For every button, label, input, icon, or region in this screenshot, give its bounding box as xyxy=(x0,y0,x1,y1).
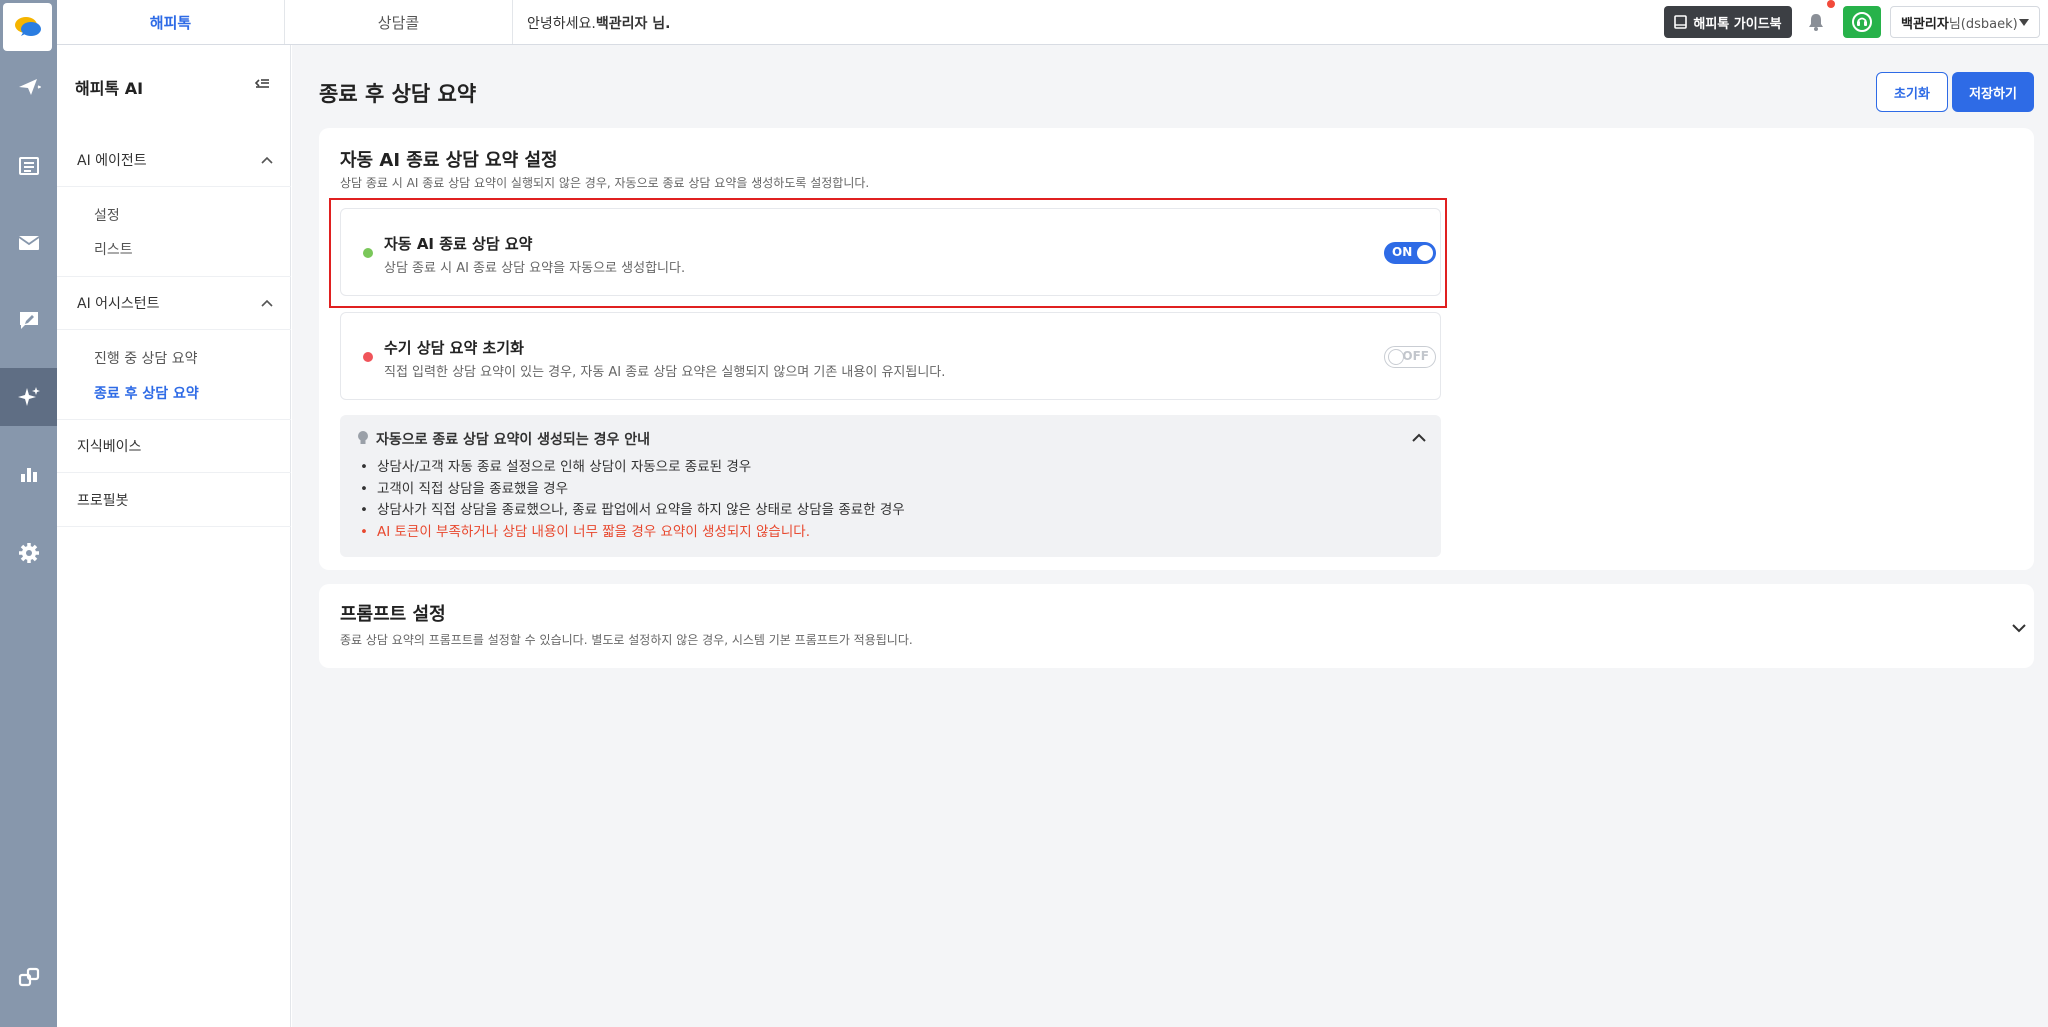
save-button[interactable]: 저장하기 xyxy=(1952,72,2034,112)
list-icon[interactable] xyxy=(0,137,57,195)
info-item: 상담사/고객 자동 종료 설정으로 인해 상담이 자동으로 종료된 경우 xyxy=(360,457,905,479)
greeting-name: 백관리자 님. xyxy=(595,16,671,32)
ai-sparkle-icon[interactable] xyxy=(0,368,57,426)
lightbulb-icon xyxy=(358,431,368,444)
sidebar-group-label: 프로필봇 xyxy=(77,492,129,509)
bell-icon[interactable] xyxy=(1803,0,1835,35)
send-icon[interactable] xyxy=(0,58,57,116)
info-title: 자동으로 종료 상담 요약이 생성되는 경우 안내 xyxy=(376,432,650,448)
section-description: 상담 종료 시 AI 종료 상담 요약이 실행되지 않은 경우, 자동으로 종료… xyxy=(340,176,870,190)
chevron-up-icon xyxy=(261,299,273,307)
sidebar-group-label: AI 어시스턴트 xyxy=(77,296,160,312)
sidebar-item-ongoing-summary[interactable]: 진행 중 상담 요약 xyxy=(94,348,198,368)
chevron-up-icon xyxy=(261,156,273,164)
caret-down-icon xyxy=(2019,18,2029,26)
mail-icon[interactable] xyxy=(0,214,57,272)
info-list: 상담사/고객 자동 종료 설정으로 인해 상담이 자동으로 종료된 경우 고객이… xyxy=(360,457,905,543)
user-name: 백관리자님(dsbaek) xyxy=(1901,16,2018,32)
info-item: 고객이 직접 상담을 종료했을 경우 xyxy=(360,479,905,501)
status-dot-red xyxy=(363,352,373,362)
comment-edit-icon[interactable] xyxy=(0,291,57,349)
notification-badge xyxy=(1827,0,1835,8)
info-box: 자동으로 종료 상담 요약이 생성되는 경우 안내 상담사/고객 자동 종료 설… xyxy=(340,415,1441,557)
sidebar-item-list[interactable]: 리스트 xyxy=(94,239,133,259)
sidebar-group-ai-assistant[interactable]: AI 어시스턴트 xyxy=(57,276,291,330)
section-description: 종료 상담 요약의 프롬프트를 설정할 수 있습니다. 별도로 설정하지 않은 … xyxy=(340,633,913,647)
collapse-sidebar-icon[interactable] xyxy=(253,75,271,93)
greeting-text: 안녕하세요.백관리자 님. xyxy=(527,13,670,33)
info-item: 상담사가 직접 상담을 종료했으나, 종료 팝업에서 요약을 하지 않은 상태로… xyxy=(360,500,905,522)
support-headset-button[interactable] xyxy=(1843,6,1881,38)
sidebar-group-ai-agent[interactable]: AI 에이전트 xyxy=(57,133,291,187)
chevron-up-icon[interactable] xyxy=(1410,429,1428,447)
sidebar-group-label: 지식베이스 xyxy=(77,439,142,455)
manual-reset-toggle[interactable]: OFF xyxy=(1384,346,1436,368)
manual-reset-setting-row: 수기 상담 요약 초기화 직접 입력한 상담 요약이 있는 경우, 자동 AI … xyxy=(340,312,1441,400)
sidebar-group-label: AI 에이전트 xyxy=(77,152,147,169)
guidebook-button[interactable]: 해피톡 가이드북 xyxy=(1664,6,1792,38)
main-content: 종료 후 상담 요약 초기화 저장하기 자동 AI 종료 상담 요약 설정 상담… xyxy=(292,45,2048,1027)
sidebar-group-profile-bot[interactable]: 프로필봇 xyxy=(57,473,291,527)
icon-rail xyxy=(0,0,57,1027)
section-title: 자동 AI 종료 상담 요약 설정 xyxy=(340,150,558,171)
sidebar-item-post-summary[interactable]: 종료 후 상담 요약 xyxy=(94,383,199,403)
page-title: 종료 후 상담 요약 xyxy=(319,82,477,106)
link-icon[interactable] xyxy=(0,948,57,1006)
prompt-settings-card[interactable]: 프롬프트 설정 종료 상담 요약의 프롬프트를 설정할 수 있습니다. 별도로 … xyxy=(319,584,2034,668)
greeting-prefix: 안녕하세요. xyxy=(527,16,596,32)
auto-summary-card: 자동 AI 종료 상담 요약 설정 상담 종료 시 AI 종료 상담 요약이 실… xyxy=(319,128,2034,570)
tab-happytalk[interactable]: 해피톡 xyxy=(57,0,285,44)
chat-logo-icon[interactable] xyxy=(3,3,52,51)
setting-title: 수기 상담 요약 초기화 xyxy=(384,339,524,357)
highlight-box xyxy=(329,198,1447,308)
sidebar-item-settings[interactable]: 설정 xyxy=(94,205,120,225)
user-menu[interactable]: 백관리자님(dsbaek) xyxy=(1890,6,2040,38)
chevron-down-icon[interactable] xyxy=(2010,619,2028,637)
chart-icon[interactable] xyxy=(0,445,57,503)
headset-icon xyxy=(1852,12,1872,32)
gear-icon[interactable] xyxy=(0,524,57,582)
top-bar: 해피톡 상담콜 안녕하세요.백관리자 님. 해피톡 가이드북 백관리자님(dsb… xyxy=(57,0,2048,45)
sidebar-group-knowledge-base[interactable]: 지식베이스 xyxy=(57,419,291,473)
section-title: 프롬프트 설정 xyxy=(340,604,446,625)
info-warning: AI 토큰이 부족하거나 상담 내용이 너무 짧을 경우 요약이 생성되지 않습… xyxy=(360,522,905,544)
toggle-state-label: OFF xyxy=(1402,349,1429,363)
guidebook-label: 해피톡 가이드북 xyxy=(1693,16,1782,32)
sidebar: 해피톡 AI AI 에이전트 설정 리스트 AI 어시스턴트 진행 중 상담 요… xyxy=(57,45,291,1027)
sidebar-title: 해피톡 AI xyxy=(75,79,144,98)
tab-counsel-call[interactable]: 상담콜 xyxy=(285,0,513,44)
setting-description: 직접 입력한 상담 요약이 있는 경우, 자동 AI 종료 상담 요약은 실행되… xyxy=(384,365,946,380)
book-icon xyxy=(1674,15,1688,29)
reset-button[interactable]: 초기화 xyxy=(1876,72,1948,112)
